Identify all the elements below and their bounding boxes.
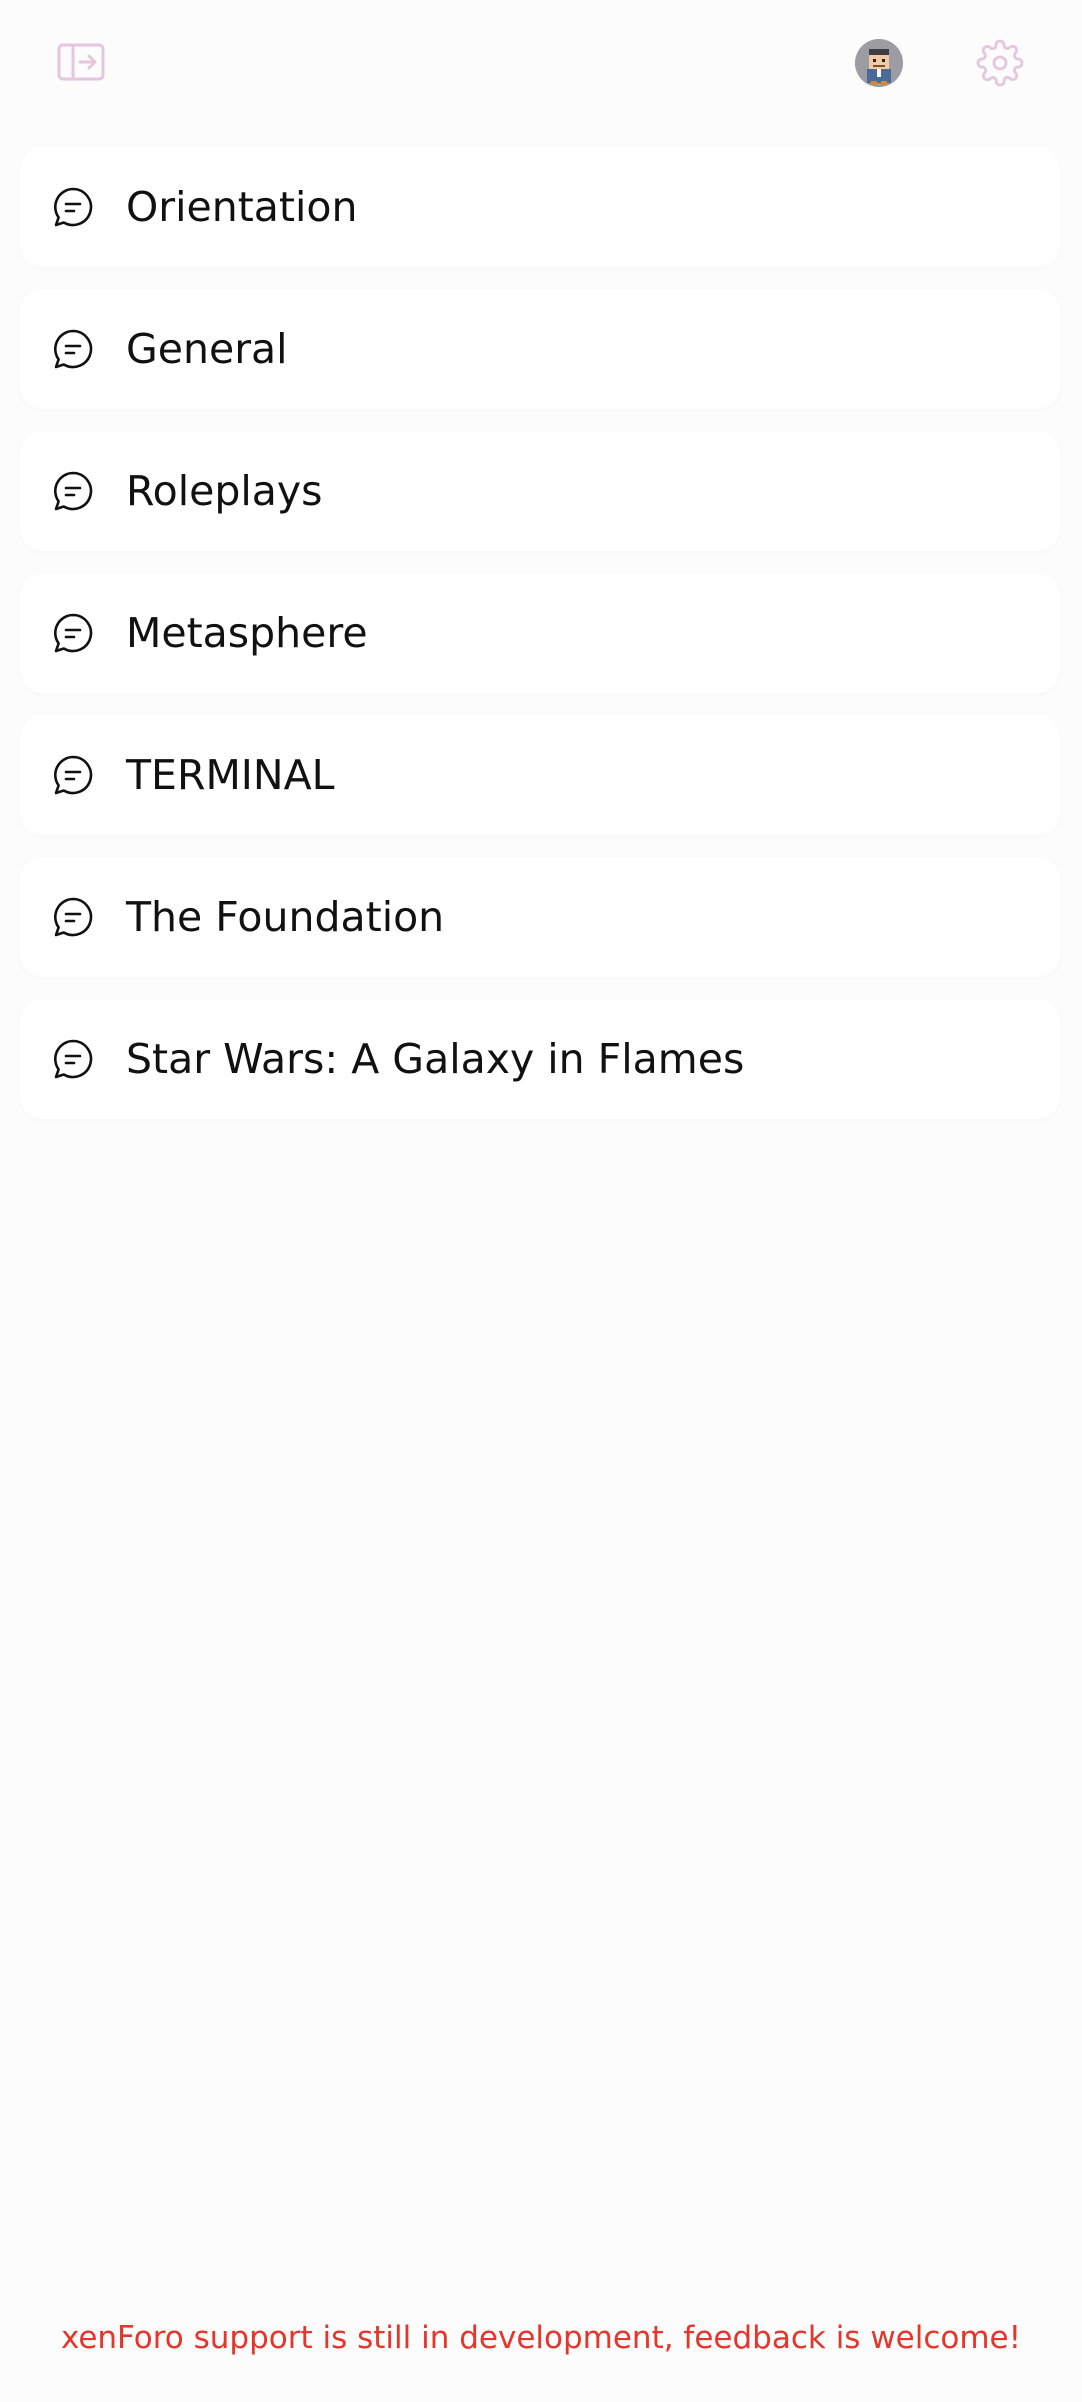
chat-bubble-icon [50,468,96,514]
forum-item-roleplays[interactable]: Roleplays [20,431,1060,551]
chat-bubble-icon [50,894,96,940]
development-notice: xenForo support is still in development,… [60,2320,1022,2356]
gear-icon [976,39,1024,87]
avatar-image [855,39,903,87]
chat-bubble-icon [50,1036,96,1082]
chat-bubble-icon [50,610,96,656]
sidebar-expand-icon [57,43,105,81]
forum-item-label: Star Wars: A Galaxy in Flames [126,1035,745,1083]
forum-item-label: General [126,325,288,373]
forum-item-label: The Foundation [126,893,445,941]
forum-item-label: Roleplays [126,467,323,515]
forum-item-terminal[interactable]: TERMINAL [20,715,1060,835]
forum-item-metasphere[interactable]: Metasphere [20,573,1060,693]
forum-list: Orientation General Roleplays Metasphere… [20,147,1060,1141]
settings-button[interactable] [975,38,1025,88]
forum-item-label: Orientation [126,183,358,231]
top-bar [0,0,1082,130]
forum-item-label: TERMINAL [126,751,335,799]
chat-bubble-icon [50,326,96,372]
user-avatar[interactable] [855,39,903,87]
forum-item-the-foundation[interactable]: The Foundation [20,857,1060,977]
forum-item-star-wars[interactable]: Star Wars: A Galaxy in Flames [20,999,1060,1119]
forum-item-orientation[interactable]: Orientation [20,147,1060,267]
forum-item-general[interactable]: General [20,289,1060,409]
sidebar-toggle-button[interactable] [55,40,107,84]
chat-bubble-icon [50,184,96,230]
forum-item-label: Metasphere [126,609,368,657]
chat-bubble-icon [50,752,96,798]
